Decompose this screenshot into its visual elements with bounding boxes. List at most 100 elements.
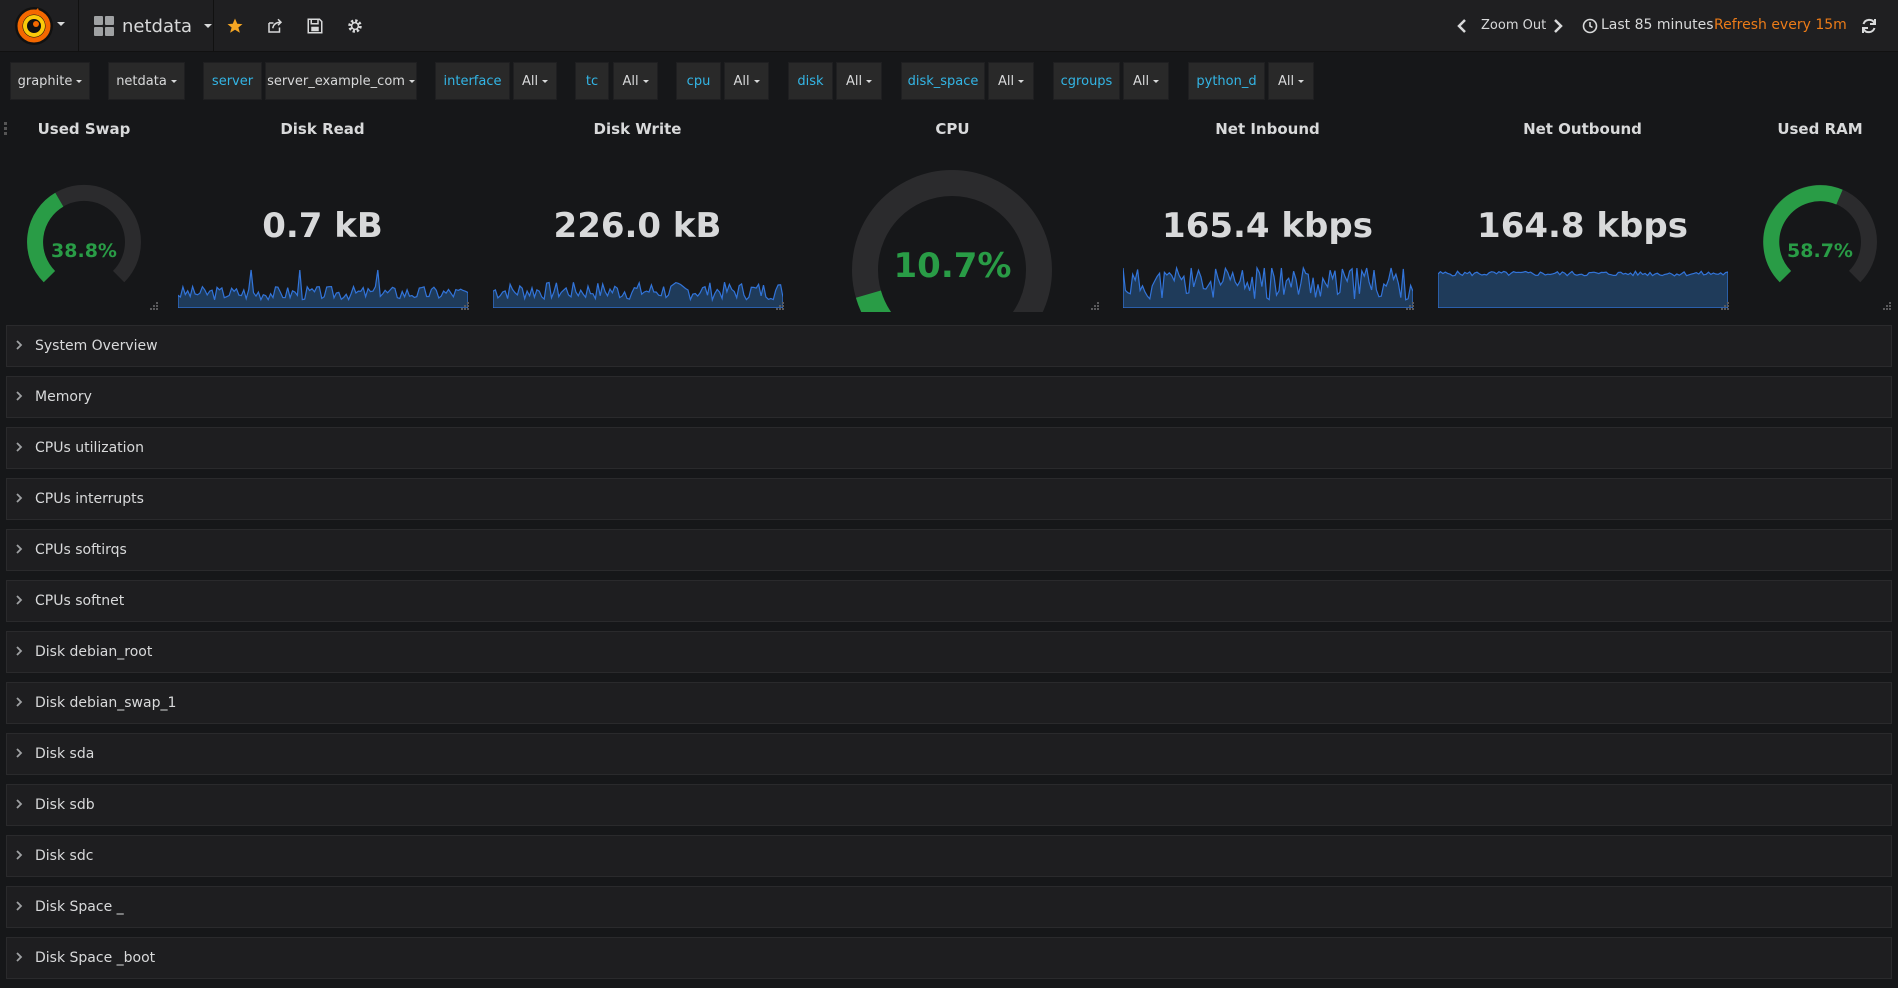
row-title[interactable]: Disk sda: [35, 746, 94, 762]
panel-resize-handle[interactable]: [1883, 302, 1893, 312]
gauge-value: 58.7%: [1787, 240, 1853, 262]
dashboard-row[interactable]: CPUs interrupts: [6, 478, 1892, 520]
logo-menu-caret-icon[interactable]: [57, 22, 65, 26]
chevron-right-icon[interactable]: [15, 900, 25, 915]
dashboard-picker[interactable]: netdata: [94, 0, 213, 52]
row-title[interactable]: CPUs interrupts: [35, 491, 144, 507]
sparkline: [1438, 270, 1728, 308]
chevron-right-icon[interactable]: [15, 798, 25, 813]
panel-cpu[interactable]: CPU 10.7%: [800, 114, 1105, 314]
dashboard-row[interactable]: Disk debian_root: [6, 631, 1892, 673]
zoom-forward-chevron-icon[interactable]: [1551, 17, 1565, 39]
cgroups-dropdown[interactable]: All: [1123, 62, 1169, 100]
chevron-right-icon[interactable]: [15, 390, 25, 405]
panel-title[interactable]: Used RAM: [1745, 120, 1895, 138]
zoom-back-chevron-icon[interactable]: [1455, 17, 1469, 39]
save-icon[interactable]: [303, 14, 327, 38]
panel-title[interactable]: Net Outbound: [1430, 120, 1735, 138]
grafana-logo-icon[interactable]: [14, 6, 54, 46]
panel-title[interactable]: Used Swap: [4, 120, 164, 138]
star-icon[interactable]: [223, 14, 247, 38]
chevron-right-icon[interactable]: [15, 696, 25, 711]
panel-used-swap[interactable]: Used Swap 38.8%: [4, 114, 164, 314]
panel-disk-read[interactable]: Disk Read 0.7 kB: [170, 114, 475, 314]
chevron-down-icon: [866, 79, 873, 83]
datasource-dropdown[interactable]: graphite: [10, 62, 90, 100]
nav-divider: [78, 0, 79, 52]
panel-title[interactable]: Disk Read: [170, 120, 475, 138]
dashboard-row[interactable]: CPUs softnet: [6, 580, 1892, 622]
panel-resize-handle[interactable]: [150, 302, 160, 312]
dashboard-row[interactable]: Disk sdb: [6, 784, 1892, 826]
interface-dropdown[interactable]: All: [513, 62, 557, 100]
variable-label-disk-space: disk_space: [901, 62, 985, 100]
dashboard-row[interactable]: CPUs softirqs: [6, 529, 1892, 571]
prefix-dropdown[interactable]: netdata: [108, 62, 185, 100]
refresh-interval[interactable]: Refresh every 15m: [1714, 17, 1847, 33]
share-icon[interactable]: [263, 14, 287, 38]
gauge-fill: [1763, 185, 1843, 283]
dashboard-row[interactable]: CPUs utilization: [6, 427, 1892, 469]
time-range-picker[interactable]: Last 85 minutes: [1601, 17, 1714, 33]
row-title[interactable]: Disk sdc: [35, 848, 93, 864]
chevron-right-icon[interactable]: [15, 849, 25, 864]
disk-space-dropdown[interactable]: All: [988, 62, 1034, 100]
row-title[interactable]: Disk Space _boot: [35, 950, 155, 966]
gear-icon[interactable]: [343, 14, 367, 38]
row-title[interactable]: CPUs softirqs: [35, 542, 127, 558]
chevron-right-icon[interactable]: [15, 339, 25, 354]
panel-title[interactable]: Disk Write: [485, 120, 790, 138]
dashboard-row[interactable]: Disk sda: [6, 733, 1892, 775]
chevron-right-icon[interactable]: [15, 441, 25, 456]
clock-icon[interactable]: [1582, 18, 1598, 38]
row-title[interactable]: Disk sdb: [35, 797, 95, 813]
panel-title[interactable]: CPU: [800, 120, 1105, 138]
dashboard-row[interactable]: Disk Space _boot: [6, 937, 1892, 979]
sparkline: [1123, 265, 1413, 308]
template-variables-bar: graphite netdata server server_example_c…: [0, 62, 1898, 102]
sparkline: [178, 269, 468, 308]
row-title[interactable]: CPUs softnet: [35, 593, 124, 609]
panel-used-ram[interactable]: Used RAM 58.7%: [1745, 114, 1895, 314]
zoom-out-button[interactable]: Zoom Out: [1481, 18, 1546, 33]
variable-label-python-d: python_d: [1188, 62, 1265, 100]
cpu-dropdown[interactable]: All: [724, 62, 769, 100]
chevron-right-icon[interactable]: [15, 492, 25, 507]
panel-title[interactable]: Net Inbound: [1115, 120, 1420, 138]
server-dropdown[interactable]: server_example_com: [265, 62, 417, 100]
chevron-down-icon: [408, 79, 415, 83]
dashboard-row[interactable]: Memory: [6, 376, 1892, 418]
dashboard-row[interactable]: Disk sdc: [6, 835, 1892, 877]
refresh-icon[interactable]: [1859, 16, 1879, 40]
panel-resize-handle[interactable]: [1406, 302, 1416, 312]
dashboard-row[interactable]: Disk Space _: [6, 886, 1892, 928]
stat-value: 164.8 kbps: [1477, 206, 1688, 246]
panel-resize-handle[interactable]: [461, 302, 471, 312]
row-title[interactable]: CPUs utilization: [35, 440, 144, 456]
dashboard-row[interactable]: Disk debian_swap_1: [6, 682, 1892, 724]
row-title[interactable]: System Overview: [35, 338, 158, 354]
chevron-right-icon[interactable]: [15, 747, 25, 762]
chevron-right-icon[interactable]: [15, 594, 25, 609]
row-title[interactable]: Disk Space _: [35, 899, 124, 915]
chevron-right-icon[interactable]: [15, 951, 25, 966]
disk-dropdown[interactable]: All: [836, 62, 882, 100]
chevron-right-icon[interactable]: [15, 543, 25, 558]
panel-net-outbound[interactable]: Net Outbound 164.8 kbps: [1430, 114, 1735, 314]
row-title[interactable]: Disk debian_root: [35, 644, 152, 660]
panel-disk-write[interactable]: Disk Write 226.0 kB: [485, 114, 790, 314]
panel-resize-handle[interactable]: [1721, 302, 1731, 312]
stat-value: 165.4 kbps: [1162, 206, 1373, 246]
row-title[interactable]: Memory: [35, 389, 92, 405]
chevron-right-icon[interactable]: [15, 645, 25, 660]
row-title[interactable]: Disk debian_swap_1: [35, 695, 176, 711]
panel-resize-handle[interactable]: [776, 302, 786, 312]
tc-dropdown[interactable]: All: [613, 62, 658, 100]
dashboard-row[interactable]: System Overview: [6, 325, 1892, 367]
variable-value: All: [845, 73, 863, 89]
panel-net-inbound[interactable]: Net Inbound 165.4 kbps: [1115, 114, 1420, 314]
python-d-dropdown[interactable]: All: [1268, 62, 1314, 100]
panel-resize-handle[interactable]: [1091, 302, 1101, 312]
dashboard-grid-icon: [94, 16, 114, 36]
sparkline: [493, 280, 783, 308]
